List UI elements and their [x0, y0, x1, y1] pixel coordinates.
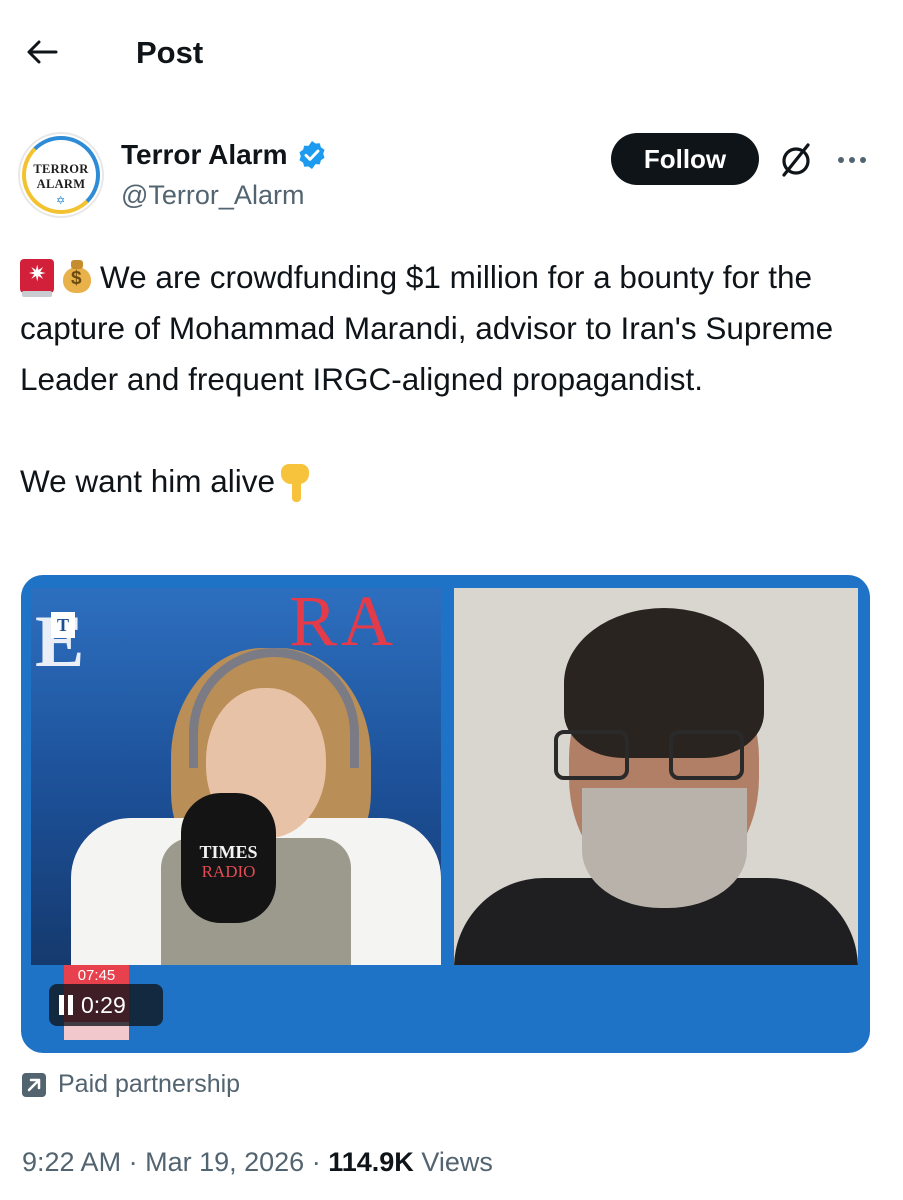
pointing-down-icon: [277, 462, 313, 502]
tweet-paragraph-2-text: We want him alive: [20, 463, 276, 499]
money-bag-icon: [60, 259, 94, 293]
police-siren-icon: [20, 259, 54, 297]
playback-time: 0:29: [81, 991, 126, 1018]
meta-separator: ·: [128, 1147, 138, 1177]
follow-button[interactable]: Follow: [611, 133, 759, 185]
author-handle[interactable]: @Terror_Alarm: [121, 178, 304, 212]
verified-badge-icon: [298, 141, 325, 169]
avatar[interactable]: TERROR ALARM ✡: [18, 132, 104, 218]
studio-logo-t: T: [51, 612, 75, 638]
author-row: TERROR ALARM ✡ Terror Alarm @Terror_Alar…: [0, 120, 903, 230]
name-row: Terror Alarm: [121, 138, 328, 172]
page-title: Post: [136, 35, 204, 70]
post-header: Post: [0, 0, 903, 104]
avatar-text-line2: ALARM: [36, 177, 86, 191]
meta-separator: ·: [311, 1147, 321, 1177]
avatar-text-line1: TERROR: [33, 162, 89, 176]
arrow-left-icon: [27, 40, 58, 64]
post-meta: 9:22 AM · Mar 19, 2026 · 114.9K Views: [22, 1143, 493, 1181]
arrow-up-right-icon: [22, 1072, 46, 1097]
tweet-paragraph-1: We are crowdfunding $1 million for a bou…: [20, 252, 880, 405]
views-label: Views: [421, 1147, 493, 1177]
views-count: 114.9K: [328, 1147, 414, 1177]
broadcast-time: 07:45: [77, 967, 116, 984]
grok-icon[interactable]: [775, 139, 817, 181]
tweet-paragraph-1-text: We are crowdfunding $1 million for a bou…: [20, 259, 834, 397]
mic-label-times: TIMES: [199, 842, 258, 862]
pause-icon[interactable]: [59, 995, 73, 1015]
paid-partnership-label: Paid partnership: [58, 1070, 241, 1098]
star-of-david-icon: ✡: [56, 195, 66, 207]
glasses-left-lens: [554, 730, 629, 780]
paid-partnership[interactable]: Paid partnership: [22, 1070, 240, 1099]
video-frame-studio: E T RA TIMES RADIO: [31, 588, 441, 965]
video-player[interactable]: E T RA TIMES RADIO 07:45 0:29: [21, 575, 870, 1053]
tweet-paragraph-2: We want him alive: [20, 456, 880, 507]
glasses-right-lens: [669, 730, 744, 780]
video-frame-guest: [454, 588, 858, 965]
post-date[interactable]: Mar 19, 2026: [145, 1147, 304, 1177]
guest-beard: [582, 788, 747, 908]
back-button[interactable]: [20, 30, 64, 74]
post-time[interactable]: 9:22 AM: [22, 1147, 121, 1177]
playback-control[interactable]: 0:29: [49, 984, 163, 1026]
mic-label-radio: RADIO: [201, 862, 256, 881]
tweet-text: We are crowdfunding $1 million for a bou…: [20, 252, 880, 507]
more-options-icon[interactable]: [832, 142, 872, 178]
author-name[interactable]: Terror Alarm: [121, 138, 288, 172]
